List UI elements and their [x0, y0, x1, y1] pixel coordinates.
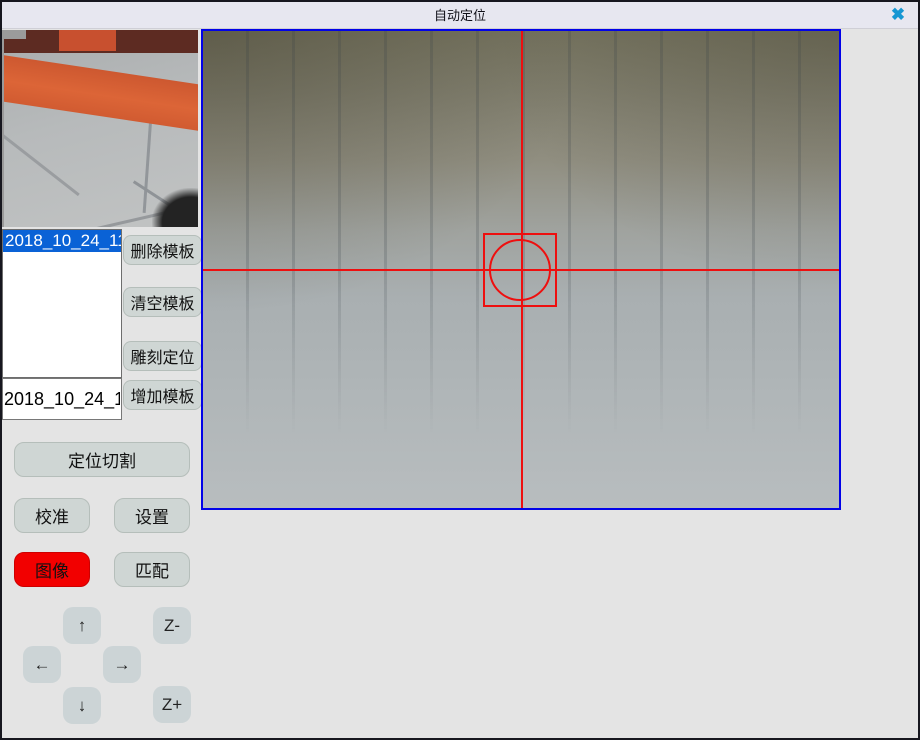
camera-image — [203, 31, 839, 508]
jog-left-button[interactable]: ← — [23, 646, 61, 683]
calibrate-button[interactable]: 校准 — [14, 498, 90, 533]
jog-down-button[interactable]: ↓ — [63, 687, 101, 724]
match-region-circle — [489, 239, 551, 301]
close-icon[interactable]: ✖ — [887, 4, 909, 26]
template-list-item[interactable]: 2018_10_24_11 — [3, 230, 121, 252]
position-cut-button[interactable]: 定位切割 — [14, 442, 190, 477]
auto-position-dialog: 自动定位 ✖ 2018_10_24_11 删除模板 清空模板 雕刻定位 增加模板… — [0, 0, 920, 740]
titlebar: 自动定位 ✖ — [2, 2, 918, 29]
image-button[interactable]: 图像 — [14, 552, 90, 587]
preview-top-band-orange — [59, 30, 116, 51]
match-button[interactable]: 匹配 — [114, 552, 190, 587]
jog-z-plus-button[interactable]: Z+ — [153, 686, 191, 723]
engrave-position-button[interactable]: 雕刻定位 — [123, 341, 202, 371]
camera-view[interactable] — [201, 29, 841, 510]
preview-dark-object — [152, 188, 198, 227]
template-list[interactable]: 2018_10_24_11 — [2, 229, 122, 378]
template-name-input[interactable] — [2, 378, 122, 420]
jog-right-button[interactable]: → — [103, 646, 141, 683]
dialog-title: 自动定位 — [2, 2, 918, 29]
template-preview-image — [2, 30, 198, 227]
jog-z-minus-button[interactable]: Z- — [153, 607, 191, 644]
clear-templates-button[interactable]: 清空模板 — [123, 287, 202, 317]
jog-up-button[interactable]: ↑ — [63, 607, 101, 644]
delete-template-button[interactable]: 删除模板 — [123, 235, 202, 265]
add-template-button[interactable]: 增加模板 — [123, 380, 202, 410]
settings-button[interactable]: 设置 — [114, 498, 190, 533]
preview-top-band-gray — [4, 30, 26, 39]
